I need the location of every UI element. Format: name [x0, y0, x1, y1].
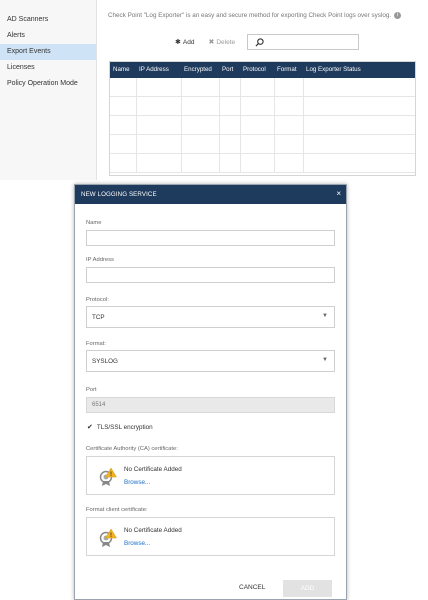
- dialog-footer: CANCEL ADD: [75, 577, 346, 600]
- column-header-name[interactable]: Name: [113, 66, 130, 73]
- column-header-status[interactable]: Log Exporter Status: [306, 66, 361, 73]
- page-description: Check Point "Log Exporter" is an easy an…: [108, 12, 402, 20]
- port-field: 6514: [86, 397, 335, 413]
- table-body: [110, 78, 415, 175]
- new-logging-service-dialog: NEW LOGGING SERVICE × Name IP Address Pr…: [74, 184, 347, 600]
- format-value: SYSLOG: [92, 358, 118, 365]
- ca-certificate-status: No Certificate Added: [124, 466, 182, 473]
- sidebar-item-licenses[interactable]: Licenses: [0, 60, 96, 76]
- cancel-button[interactable]: CANCEL: [239, 584, 265, 591]
- name-field[interactable]: [86, 230, 335, 246]
- svg-text:!: !: [110, 533, 112, 539]
- delete-button-label: Delete: [216, 38, 236, 46]
- ca-certificate-box: ! No Certificate Added Browse...: [86, 456, 335, 495]
- search-input[interactable]: [247, 34, 359, 50]
- table-row: [110, 116, 415, 135]
- client-certificate-label: Format client certificate:: [86, 507, 148, 513]
- table-row: [110, 78, 415, 97]
- column-header-encrypted[interactable]: Encrypted: [184, 66, 212, 73]
- name-label: Name: [86, 220, 102, 226]
- tls-encryption-label: TLS/SSL encryption: [96, 423, 153, 431]
- certificate-warning-icon: !: [99, 467, 117, 486]
- dialog-header: NEW LOGGING SERVICE ×: [75, 185, 346, 204]
- table-row: [110, 97, 415, 116]
- close-icon[interactable]: ×: [336, 189, 341, 198]
- client-certificate-browse-link[interactable]: Browse...: [124, 540, 150, 547]
- sidebar-item-alerts[interactable]: Alerts: [0, 28, 96, 44]
- exporters-table: Name IP Address Encrypted Port Protocol …: [109, 61, 416, 176]
- add-service-button[interactable]: ADD: [283, 580, 332, 597]
- sidebar-item-export-events[interactable]: Export Events: [0, 44, 96, 60]
- table-row: [110, 135, 415, 154]
- add-button[interactable]: ✱ Add: [175, 38, 195, 47]
- delete-button[interactable]: ✖ Delete: [208, 38, 236, 47]
- format-label: Format:: [86, 341, 106, 347]
- column-header-ip-address[interactable]: IP Address: [139, 66, 169, 73]
- description-text: Check Point "Log Exporter" is an easy an…: [108, 12, 392, 20]
- sidebar-item-ad-scanners[interactable]: AD Scanners: [0, 12, 96, 28]
- client-certificate-status: No Certificate Added: [124, 527, 182, 534]
- protocol-value: TCP: [92, 314, 105, 321]
- ca-certificate-browse-link[interactable]: Browse...: [124, 479, 150, 486]
- dialog-title: NEW LOGGING SERVICE: [81, 191, 157, 198]
- info-icon[interactable]: i: [394, 12, 402, 19]
- table-row: [110, 154, 415, 173]
- chevron-down-icon: ▼: [322, 313, 328, 319]
- add-icon: ✱: [175, 39, 181, 46]
- port-label: Port: [86, 387, 97, 393]
- delete-icon: ✖: [208, 39, 215, 46]
- port-value: 6514: [92, 402, 106, 408]
- ip-address-field[interactable]: [86, 267, 335, 283]
- ca-certificate-label: Certificate Authority (CA) certificate:: [86, 446, 178, 452]
- background-page: AD Scanners Alerts Export Events License…: [0, 0, 428, 180]
- toolbar: ✱ Add ✖ Delete: [175, 34, 249, 50]
- column-header-port[interactable]: Port: [222, 66, 233, 73]
- tls-encryption-checkbox[interactable]: ✔ TLS/SSL encryption: [87, 423, 153, 432]
- search-icon: [255, 38, 264, 47]
- column-header-format[interactable]: Format: [277, 66, 297, 73]
- format-select[interactable]: SYSLOG ▼: [86, 350, 335, 372]
- protocol-select[interactable]: TCP ▼: [86, 306, 335, 328]
- certificate-warning-icon: !: [99, 528, 117, 547]
- chevron-down-icon: ▼: [322, 357, 328, 363]
- protocol-label: Protocol:: [86, 297, 109, 303]
- sidebar: AD Scanners Alerts Export Events License…: [0, 0, 97, 180]
- checkmark-icon: ✔: [87, 424, 93, 431]
- ip-address-label: IP Address: [86, 257, 114, 263]
- main-content: Check Point "Log Exporter" is an easy an…: [97, 0, 428, 180]
- table-header: Name IP Address Encrypted Port Protocol …: [110, 62, 415, 78]
- add-button-label: Add: [182, 38, 195, 46]
- svg-text:!: !: [110, 472, 112, 478]
- client-certificate-box: ! No Certificate Added Browse...: [86, 517, 335, 556]
- sidebar-item-policy-operation-mode[interactable]: Policy Operation Mode: [0, 76, 96, 92]
- column-header-protocol[interactable]: Protocol: [243, 66, 266, 73]
